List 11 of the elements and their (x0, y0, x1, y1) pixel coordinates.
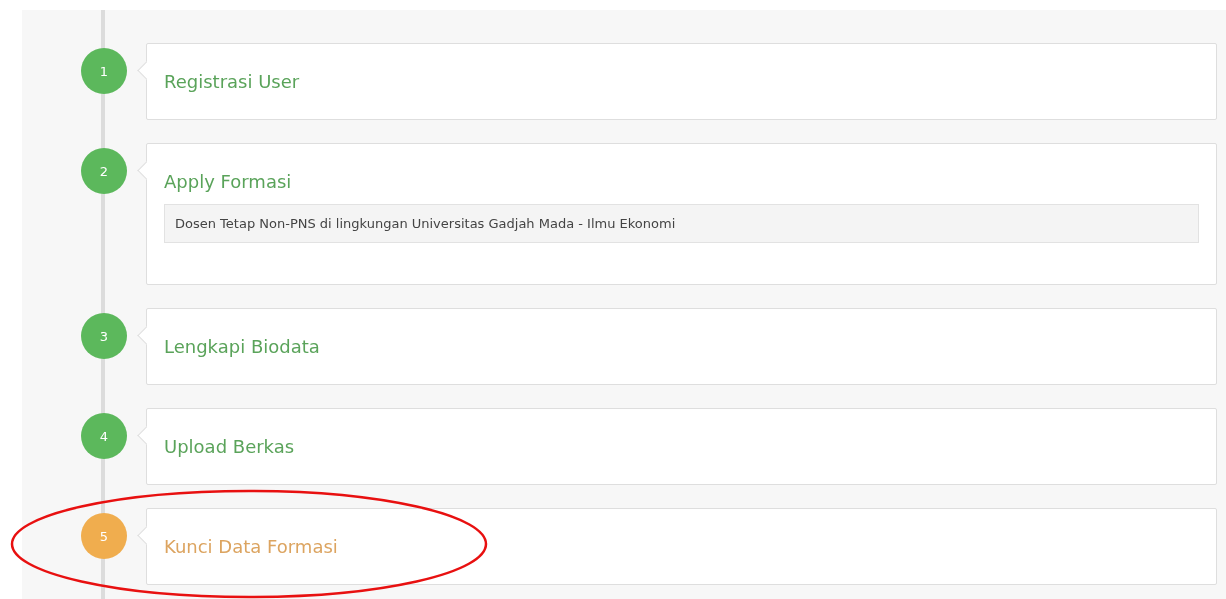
detail-field: Dosen Tetap Non-PNS di lingkungan Universitas Gadjah Mada - Ilmu Ekonomi (164, 204, 1199, 243)
step-number: 3 (81, 313, 127, 359)
step-title: Upload Berkas (164, 435, 295, 459)
step-number: 4 (81, 413, 127, 459)
step-title: Registrasi User (164, 70, 300, 94)
step-number: 5 (81, 513, 127, 559)
step-title: Lengkapi Biodata (164, 335, 320, 359)
step-number: 2 (81, 148, 127, 194)
step-number: 1 (81, 48, 127, 94)
step-title: Kunci Data Formasi (164, 535, 338, 559)
step-title: Apply Formasi (164, 170, 292, 194)
